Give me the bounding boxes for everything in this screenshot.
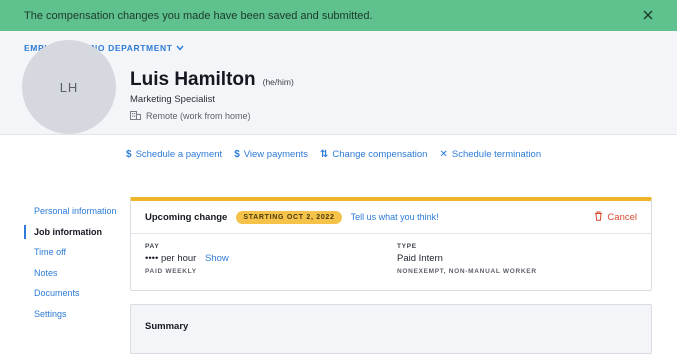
job-title: Marketing Specialist — [130, 94, 216, 105]
pronouns: (he/him) — [262, 77, 294, 87]
location: Remote (work from home) — [130, 110, 251, 122]
sidebar-item-personal-information[interactable]: Personal information — [24, 201, 128, 222]
trash-icon — [594, 211, 603, 224]
sidebar-item-documents[interactable]: Documents — [24, 283, 128, 304]
change-compensation-button[interactable]: ⇅ Change compensation — [320, 149, 427, 160]
sidebar-item-job-information[interactable]: Job information — [24, 222, 128, 243]
close-icon[interactable] — [641, 8, 655, 22]
summary-card: Summary — [130, 304, 652, 354]
action-label: Change compensation — [332, 149, 428, 160]
sidebar-item-settings[interactable]: Settings — [24, 304, 128, 325]
action-label: Schedule a payment — [135, 149, 223, 160]
upcoming-change-card: Upcoming change STARTING OCT 2, 2022 Tel… — [130, 197, 652, 291]
worker-classification: NONEXEMPT, NON-MANUAL WORKER — [397, 268, 537, 275]
action-label: View payments — [243, 149, 308, 160]
chevron-down-icon — [175, 43, 184, 53]
view-payments-button[interactable]: $ View payments — [234, 149, 308, 160]
location-label: Remote (work from home) — [146, 111, 251, 121]
success-banner: The compensation changes you made have b… — [0, 0, 677, 31]
banner-message: The compensation changes you made have b… — [24, 9, 373, 22]
swap-icon: ⇅ — [320, 149, 329, 160]
pay-label: PAY — [145, 243, 160, 250]
sidebar-item-time-off[interactable]: Time off — [24, 242, 128, 263]
pay-frequency: PAID WEEKLY — [145, 268, 197, 275]
avatar: LH — [22, 40, 116, 134]
summary-title: Summary — [145, 321, 189, 332]
action-label: Schedule termination — [451, 149, 542, 160]
dollar-icon: $ — [126, 149, 132, 160]
type-value: Paid Intern — [397, 253, 443, 264]
dollar-icon: $ — [234, 149, 240, 160]
schedule-termination-button[interactable]: ✕ Schedule termination — [439, 149, 541, 160]
action-bar: $ Schedule a payment $ View payments ⇅ C… — [126, 149, 541, 160]
close-icon: ✕ — [439, 149, 448, 160]
avatar-initials: LH — [59, 79, 79, 95]
employee-name-row: Luis Hamilton (he/him) — [130, 69, 294, 91]
pay-column: PAY •••• per hour Show PAID WEEKLY — [145, 243, 229, 275]
show-pay-link[interactable]: Show — [205, 253, 229, 264]
type-label: TYPE — [397, 243, 417, 250]
type-column: TYPE Paid Intern NONEXEMPT, NON-MANUAL W… — [397, 243, 537, 275]
employee-name: Luis Hamilton — [130, 69, 256, 90]
cancel-label: Cancel — [607, 211, 637, 223]
schedule-payment-button[interactable]: $ Schedule a payment — [126, 149, 222, 160]
status-badge: STARTING OCT 2, 2022 — [236, 210, 342, 224]
sidebar-item-notes[interactable]: Notes — [24, 263, 128, 284]
upcoming-change-body: PAY •••• per hour Show PAID WEEKLY TYPE … — [131, 234, 651, 291]
profile-sidenav: Personal information Job information Tim… — [24, 201, 128, 324]
upcoming-change-header: Upcoming change STARTING OCT 2, 2022 Tel… — [131, 201, 651, 234]
cancel-button[interactable]: Cancel — [594, 211, 637, 224]
pay-value-row: •••• per hour Show — [145, 253, 229, 264]
feedback-link[interactable]: Tell us what you think! — [351, 212, 439, 222]
card-title: Upcoming change — [145, 211, 228, 223]
pay-value: •••• per hour — [145, 253, 197, 264]
building-icon — [130, 110, 141, 122]
